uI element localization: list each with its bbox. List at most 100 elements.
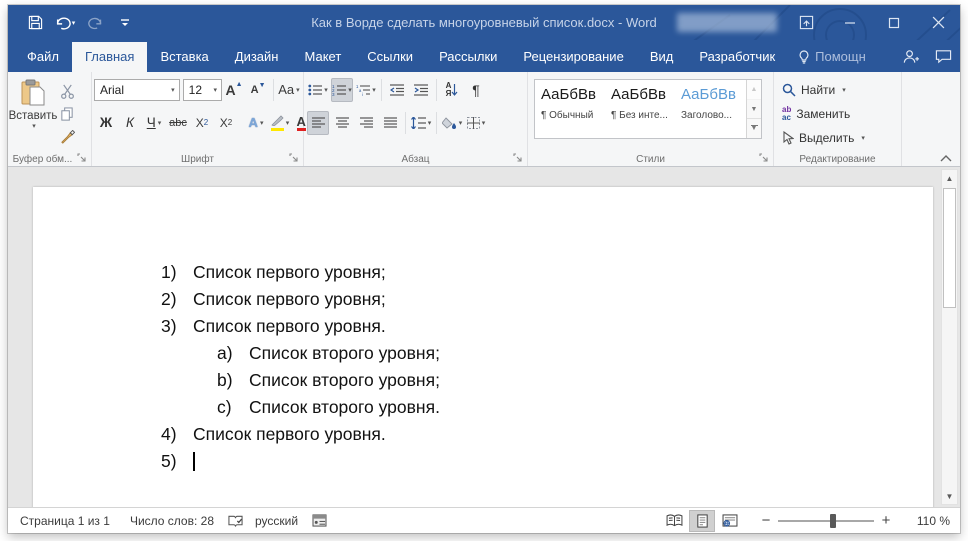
format-painter-icon[interactable] bbox=[56, 127, 78, 147]
list-item[interactable]: 3) Список первого уровня. bbox=[161, 313, 933, 340]
zoom-in-button[interactable]: + bbox=[878, 512, 894, 529]
italic-button[interactable]: К bbox=[119, 111, 141, 135]
undo-dropdown-caret[interactable]: ▾ bbox=[72, 19, 76, 27]
align-center-button[interactable] bbox=[331, 111, 353, 135]
style-normal[interactable]: АаБбВв ¶ Обычный bbox=[535, 80, 605, 138]
zoom-out-button[interactable]: − bbox=[758, 512, 774, 529]
find-caret[interactable]: ▾ bbox=[842, 86, 846, 94]
superscript-button[interactable]: X2 bbox=[215, 111, 237, 135]
increase-indent-button[interactable] bbox=[410, 78, 432, 102]
clipboard-dialog-launcher-icon[interactable] bbox=[77, 153, 88, 164]
multilevel-list-button[interactable]: 1ai ▾ bbox=[355, 78, 377, 102]
tab-references[interactable]: Ссылки bbox=[354, 42, 426, 72]
underline-button[interactable]: Ч ▾ bbox=[143, 111, 165, 135]
paste-dropdown-caret[interactable]: ▾ bbox=[32, 122, 36, 130]
justify-button[interactable] bbox=[379, 111, 401, 135]
numbering-caret[interactable]: ▾ bbox=[348, 86, 352, 94]
share-person-icon[interactable] bbox=[902, 49, 919, 64]
scroll-down-icon[interactable]: ▼ bbox=[942, 488, 957, 504]
document-page[interactable]: 1) Список первого уровня; 2) Список первог… bbox=[33, 187, 933, 507]
copy-icon[interactable] bbox=[56, 104, 78, 124]
align-right-button[interactable] bbox=[355, 111, 377, 135]
tab-developer[interactable]: Разработчик bbox=[686, 42, 788, 72]
list-item[interactable]: 1) Список первого уровня; bbox=[161, 259, 933, 286]
scroll-up-icon[interactable]: ▲ bbox=[942, 170, 957, 186]
list-item[interactable]: c) Список второго уровня. bbox=[217, 394, 933, 421]
zoom-level[interactable]: 110 % bbox=[904, 514, 950, 528]
scrollbar-thumb[interactable] bbox=[943, 188, 956, 308]
list-item[interactable]: 5) bbox=[161, 448, 933, 475]
decrease-indent-button[interactable] bbox=[386, 78, 408, 102]
style-heading1[interactable]: АаБбВв Заголово... bbox=[675, 80, 745, 138]
underline-caret[interactable]: ▾ bbox=[158, 119, 162, 127]
undo-button[interactable]: ▾ bbox=[52, 11, 78, 35]
paragraph-dialog-launcher-icon[interactable] bbox=[513, 153, 524, 164]
collapse-ribbon-icon[interactable] bbox=[940, 154, 952, 162]
highlight-color-button[interactable]: ▾ bbox=[269, 111, 291, 135]
tab-mailings[interactable]: Рассылки bbox=[426, 42, 510, 72]
maximize-button[interactable] bbox=[872, 5, 916, 40]
minimize-button[interactable] bbox=[828, 5, 872, 40]
ribbon-display-options-button[interactable] bbox=[784, 5, 828, 40]
tab-design[interactable]: Дизайн bbox=[222, 42, 292, 72]
proofing-status-icon[interactable] bbox=[228, 514, 243, 528]
zoom-slider-track[interactable] bbox=[778, 513, 874, 528]
change-case-button[interactable]: Aa ▾ bbox=[278, 78, 300, 102]
close-button[interactable] bbox=[916, 5, 960, 40]
cut-icon[interactable] bbox=[56, 81, 78, 101]
align-left-button[interactable] bbox=[307, 110, 329, 135]
text-effects-button[interactable]: А ▾ bbox=[245, 111, 267, 135]
strikethrough-button[interactable]: abc bbox=[167, 111, 189, 135]
font-dialog-launcher-icon[interactable] bbox=[289, 153, 300, 164]
tab-view[interactable]: Вид bbox=[637, 42, 687, 72]
sort-button[interactable]: АЯ bbox=[441, 78, 463, 102]
word-count[interactable]: Число слов: 28 bbox=[130, 514, 214, 528]
styles-scroll-down-icon[interactable]: ▼ bbox=[747, 99, 761, 120]
language-indicator[interactable]: русский bbox=[255, 514, 298, 528]
list-item[interactable]: 4) Список первого уровня. bbox=[161, 421, 933, 448]
list-item[interactable]: b) Список второго уровня; bbox=[217, 367, 933, 394]
select-caret[interactable]: ▾ bbox=[861, 134, 865, 142]
paste-button[interactable]: Вставить ▾ bbox=[9, 76, 57, 150]
macro-record-icon[interactable] bbox=[312, 514, 327, 527]
styles-gallery-more-icon[interactable]: ▼ bbox=[747, 119, 761, 139]
styles-dialog-launcher-icon[interactable] bbox=[759, 153, 770, 164]
tab-review[interactable]: Рецензирование bbox=[510, 42, 636, 72]
font-family-caret[interactable]: ▾ bbox=[167, 86, 179, 94]
styles-scroll-up-icon[interactable]: ▲ bbox=[747, 80, 761, 100]
list-item[interactable]: 2) Список первого уровня; bbox=[161, 286, 933, 313]
zoom-slider-thumb[interactable] bbox=[830, 513, 836, 528]
tab-file[interactable]: Файл bbox=[14, 42, 72, 72]
tab-layout[interactable]: Макет bbox=[291, 42, 354, 72]
replace-button[interactable]: ab ac Заменить bbox=[782, 103, 899, 124]
grow-font-button[interactable]: А ▲ bbox=[223, 78, 245, 102]
find-icon bbox=[782, 83, 796, 97]
font-size-caret[interactable]: ▾ bbox=[210, 86, 222, 94]
tell-me-box[interactable]: Помощн bbox=[788, 42, 876, 72]
list-item[interactable]: a) Список второго уровня; bbox=[217, 340, 933, 367]
web-layout-button[interactable] bbox=[717, 510, 743, 532]
numbering-button[interactable]: 123 ▾ bbox=[331, 77, 353, 102]
find-button[interactable]: Найти ▾ bbox=[782, 79, 899, 100]
tab-insert[interactable]: Вставка bbox=[147, 42, 221, 72]
subscript-button[interactable]: X2 bbox=[191, 111, 213, 135]
comments-icon[interactable] bbox=[935, 49, 952, 64]
shrink-font-button[interactable]: А ▼ bbox=[247, 78, 269, 102]
shading-button[interactable]: ▾ bbox=[441, 111, 463, 135]
font-family-combo[interactable]: Arial ▾ bbox=[94, 78, 180, 101]
customize-qat-button[interactable] bbox=[112, 11, 138, 35]
save-icon[interactable] bbox=[22, 11, 48, 35]
bold-button[interactable]: Ж bbox=[95, 111, 117, 135]
bullets-button[interactable]: ▾ bbox=[307, 78, 329, 102]
vertical-scrollbar[interactable]: ▲ ▼ bbox=[941, 169, 958, 505]
select-button[interactable]: Выделить ▾ bbox=[782, 127, 899, 148]
page-indicator[interactable]: Страница 1 из 1 bbox=[20, 514, 110, 528]
print-layout-button[interactable] bbox=[689, 509, 715, 532]
font-size-combo[interactable]: 12 ▾ bbox=[182, 78, 223, 101]
show-marks-button[interactable]: ¶ bbox=[465, 78, 487, 102]
tab-home[interactable]: Главная bbox=[71, 42, 148, 72]
line-spacing-button[interactable]: ▾ bbox=[410, 111, 432, 135]
style-no-spacing[interactable]: АаБбВв ¶ Без инте... bbox=[605, 80, 675, 138]
borders-button[interactable]: ▾ bbox=[465, 111, 487, 135]
read-mode-button[interactable] bbox=[661, 510, 687, 532]
